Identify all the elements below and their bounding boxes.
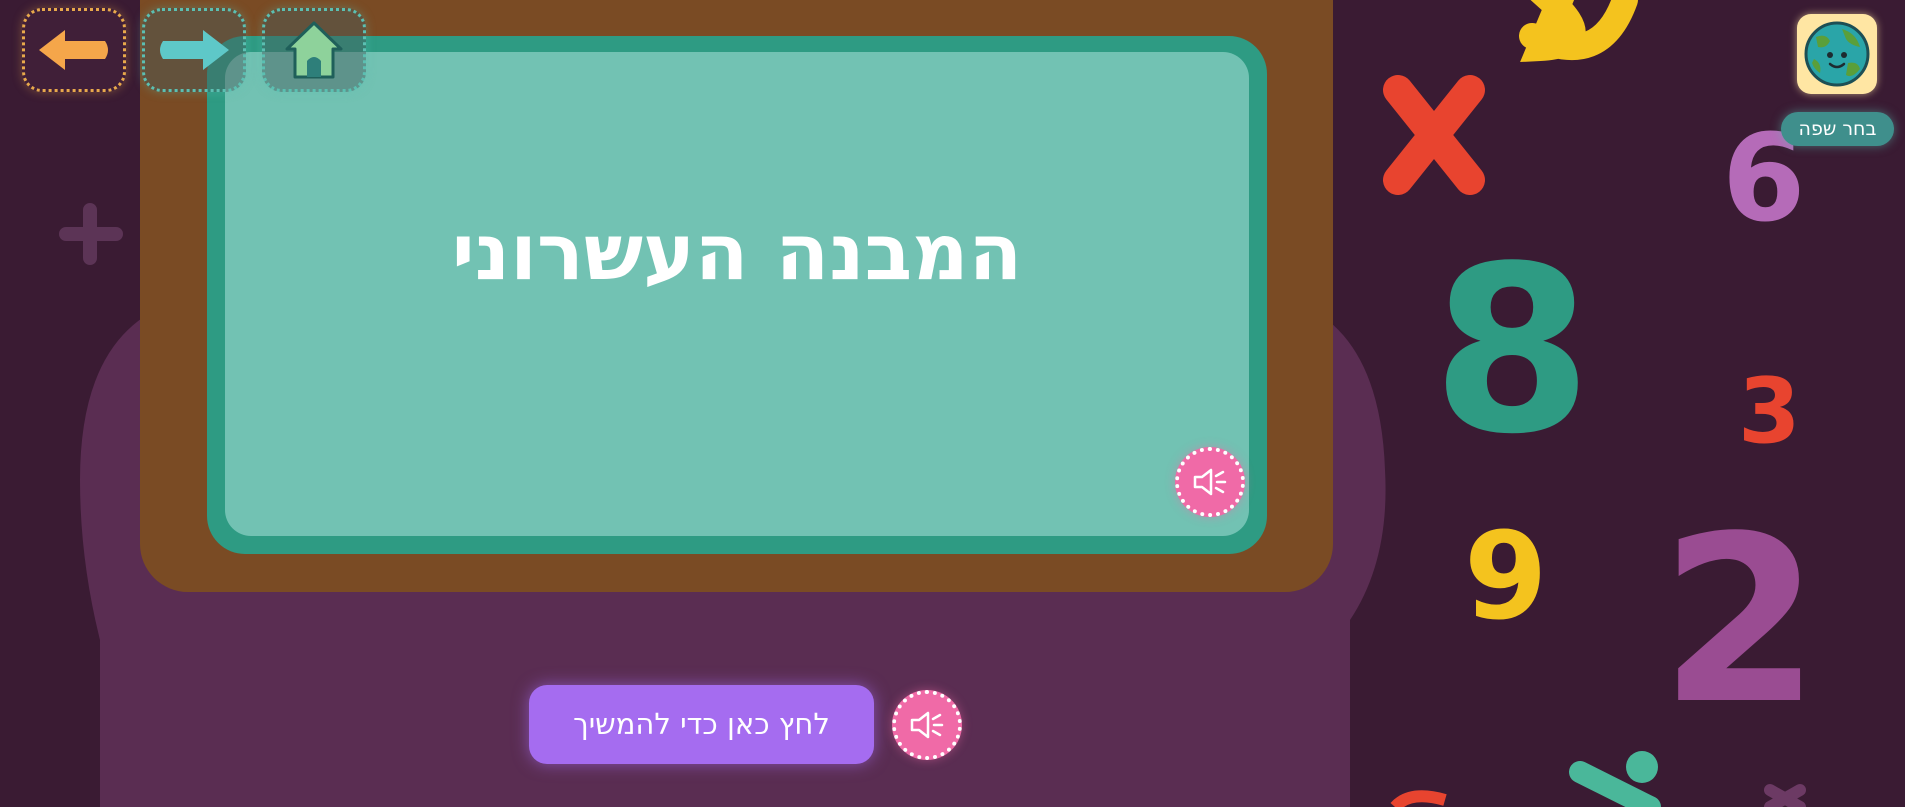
arrow-right-icon	[160, 30, 229, 70]
digit-2-decoration: 2	[1660, 488, 1820, 755]
x-small-decoration	[1764, 784, 1806, 807]
digit-8-decoration: 8	[1432, 218, 1592, 485]
yellow-shape-decoration	[1519, 0, 1638, 63]
board: המבנה העשרוני	[207, 36, 1267, 554]
forward-button[interactable]	[142, 8, 246, 92]
home-icon	[285, 21, 343, 79]
globe-icon	[1804, 21, 1870, 87]
choose-language-label[interactable]: בחר שפה	[1781, 112, 1894, 146]
board-surface: המבנה העשרוני	[225, 52, 1249, 536]
board-title: המבנה העשרוני	[451, 208, 1023, 298]
digit-3-decoration: 3	[1738, 359, 1801, 464]
language-button[interactable]	[1797, 14, 1877, 94]
plus-decoration	[59, 203, 123, 265]
red-shape-decoration	[1390, 790, 1447, 807]
speaker-icon	[1193, 468, 1227, 496]
digit-9-decoration: 9	[1464, 508, 1548, 647]
speaker-icon	[910, 711, 944, 739]
back-button[interactable]	[22, 8, 126, 92]
continue-button[interactable]: לחץ כאן כדי להמשיך	[529, 685, 874, 764]
divide-dot-decoration	[1626, 751, 1658, 783]
home-button[interactable]	[262, 8, 366, 92]
continue-sound-button[interactable]	[892, 690, 962, 760]
board-sound-button[interactable]	[1175, 447, 1245, 517]
arrow-left-icon	[39, 30, 108, 70]
x-decoration	[1383, 75, 1485, 195]
